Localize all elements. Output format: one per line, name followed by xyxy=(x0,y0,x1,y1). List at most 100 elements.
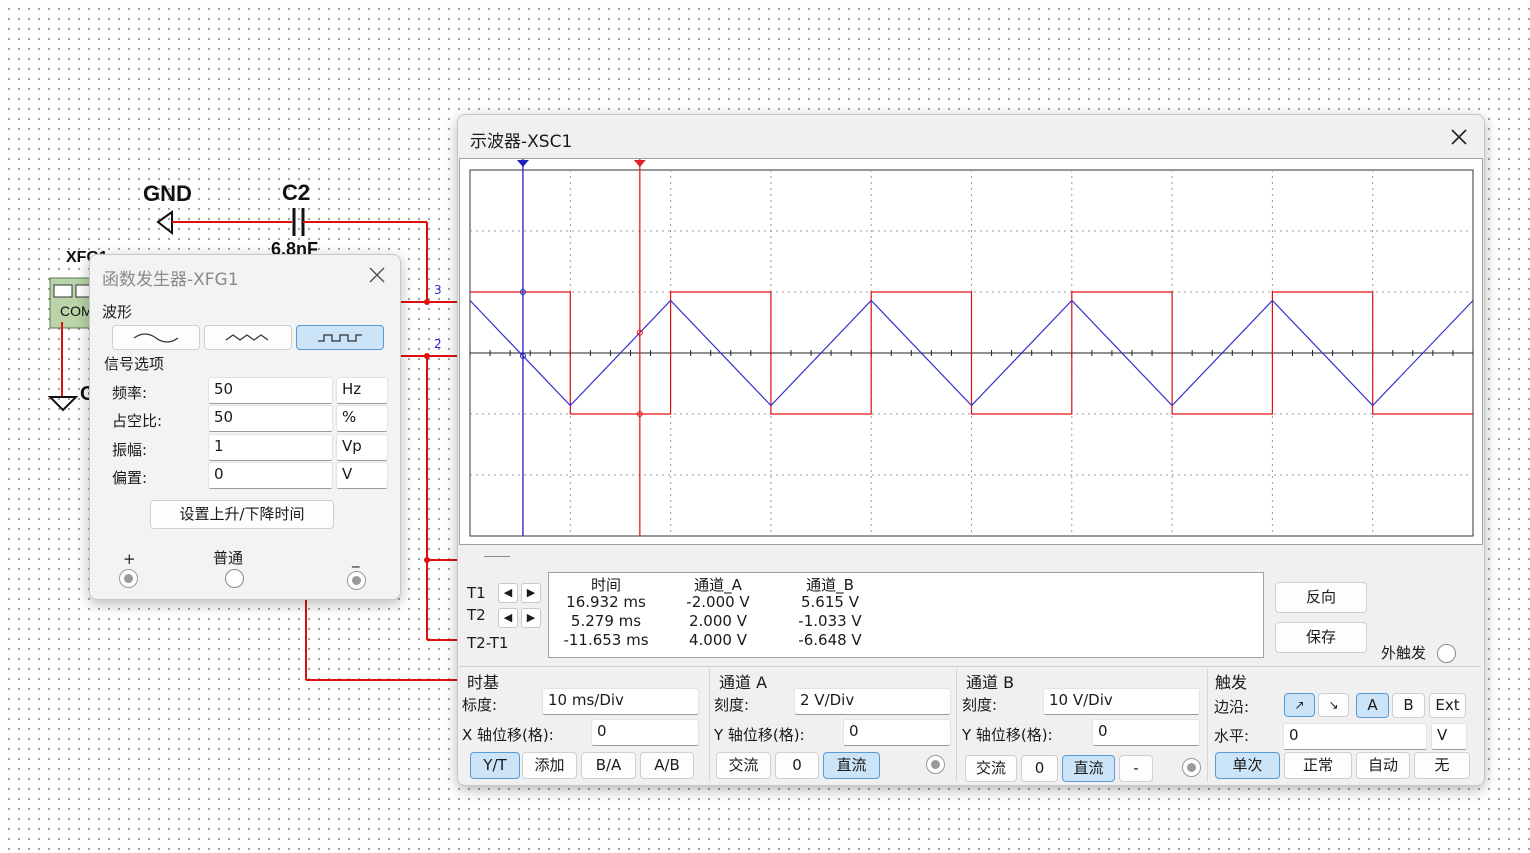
channel-a-title: 通道 A xyxy=(719,673,768,692)
add-mode-button[interactable]: 添加 xyxy=(522,752,577,779)
t2-right-arrow-icon[interactable]: ▶ xyxy=(521,608,541,628)
com-label: COM xyxy=(60,303,93,319)
square-wave-icon xyxy=(318,334,362,342)
duty-cycle-label: 占空比: xyxy=(112,412,163,430)
channel-a-ypos-input[interactable]: 0 xyxy=(843,719,951,746)
channel-b-scale-input[interactable]: 10 V/Div xyxy=(1043,688,1200,715)
square-wave-button[interactable] xyxy=(296,325,384,350)
reverse-button[interactable]: 反向 xyxy=(1275,582,1367,613)
control-divider xyxy=(459,666,1481,667)
t2-channel-b: -1.033 V xyxy=(798,612,862,630)
scope-title: 示波器-XSC1 xyxy=(470,132,573,152)
t1-label: T1 xyxy=(467,584,486,602)
triangle-wave-icon xyxy=(225,334,269,341)
channel-b-ypos-input[interactable]: 0 xyxy=(1092,719,1200,746)
readout-header-time: 时间 xyxy=(590,576,621,594)
t2-time: 5.279 ms xyxy=(570,612,642,630)
trigger-source-ext-button[interactable]: Ext xyxy=(1429,693,1466,718)
rise-fall-time-button[interactable]: 设置上升/下降时间 xyxy=(150,500,334,529)
trigger-source-a-button[interactable]: A xyxy=(1356,693,1389,718)
channel-b-ac-button[interactable]: 交流 xyxy=(965,755,1017,782)
section-divider xyxy=(709,668,710,782)
timebase-title: 时基 xyxy=(467,673,500,692)
t2-label: T2 xyxy=(467,606,486,624)
trigger-none-button[interactable]: 无 xyxy=(1414,752,1470,779)
delta-time: -11.653 ms xyxy=(563,631,649,649)
falling-edge-button[interactable]: ↘ xyxy=(1318,693,1349,717)
delta-channel-b: -6.648 V xyxy=(798,631,862,649)
rising-edge-button[interactable]: ↗ xyxy=(1284,693,1315,717)
t1-right-arrow-icon[interactable]: ▶ xyxy=(521,583,541,603)
scope-plot xyxy=(469,159,1474,537)
scope-titlebar[interactable]: 示波器-XSC1 xyxy=(458,115,1484,155)
node-3-label: 3 xyxy=(434,283,442,297)
channel-a-scale-label: 刻度: xyxy=(714,696,750,714)
ext-trigger-terminal[interactable] xyxy=(1437,644,1456,663)
close-icon[interactable] xyxy=(362,261,392,289)
frequency-unit[interactable]: Hz xyxy=(336,377,388,404)
channel-b-zero-button[interactable]: 0 xyxy=(1021,755,1058,782)
offset-unit[interactable]: V xyxy=(336,462,388,489)
trigger-normal-button[interactable]: 正常 xyxy=(1284,752,1352,779)
channel-a-scale-input[interactable]: 2 V/Div xyxy=(794,688,951,715)
trigger-level-input[interactable]: 0 xyxy=(1283,723,1427,750)
ba-mode-button[interactable]: B/A xyxy=(581,752,636,779)
channel-a-ypos-label: Y 轴位移(格): xyxy=(714,726,805,744)
duty-cycle-input[interactable]: 50 xyxy=(208,405,333,432)
gnd-symbol xyxy=(156,210,173,236)
common-terminal[interactable] xyxy=(225,569,244,588)
cursor-t1-handle-icon xyxy=(516,160,529,167)
save-button[interactable]: 保存 xyxy=(1275,622,1367,653)
trigger-single-button[interactable]: 单次 xyxy=(1215,752,1280,779)
ab-mode-button[interactable]: A/B xyxy=(640,752,694,779)
funcgen-titlebar[interactable]: 函数发生器-XFG1 xyxy=(90,255,400,295)
duty-cycle-unit[interactable]: % xyxy=(336,405,388,432)
channel-a-zero-button[interactable]: 0 xyxy=(775,752,819,779)
trigger-edge-label: 边沿: xyxy=(1214,698,1250,716)
offset-input[interactable]: 0 xyxy=(208,462,333,489)
plus-terminal-label: + xyxy=(123,550,136,568)
channel-b-ypos-label: Y 轴位移(格): xyxy=(962,726,1053,744)
sine-wave-icon xyxy=(133,333,179,343)
trigger-source-b-button[interactable]: B xyxy=(1392,693,1425,718)
ground-symbol xyxy=(47,396,79,412)
triangle-wave-button[interactable] xyxy=(204,325,292,350)
trigger-title: 触发 xyxy=(1215,673,1248,692)
funcgen-title: 函数发生器-XFG1 xyxy=(102,270,239,290)
amplitude-unit[interactable]: Vp xyxy=(336,434,388,461)
node-2-label: 2 xyxy=(434,337,442,351)
trigger-level-unit[interactable]: V xyxy=(1431,723,1467,750)
timebase-scale-input[interactable]: 10 ms/Div xyxy=(542,688,699,715)
scope-display[interactable] xyxy=(459,158,1483,545)
channel-a-terminal[interactable] xyxy=(926,755,945,774)
x-position-label: X 轴位移(格): xyxy=(462,726,554,744)
x-position-input[interactable]: 0 xyxy=(591,719,699,746)
ext-trigger-label: 外触发 xyxy=(1381,644,1427,662)
channel-a-ac-button[interactable]: 交流 xyxy=(716,752,771,779)
common-terminal-label: 普通 xyxy=(213,549,244,567)
timebase-scale-label: 标度: xyxy=(462,696,498,714)
t1-left-arrow-icon[interactable]: ◀ xyxy=(498,583,518,603)
t2-left-arrow-icon[interactable]: ◀ xyxy=(498,608,518,628)
t2-t1-label: T2-T1 xyxy=(467,634,509,652)
minus-terminal[interactable] xyxy=(347,571,366,590)
t2-channel-a: 2.000 V xyxy=(689,612,747,630)
amplitude-label: 振幅: xyxy=(112,441,148,459)
channel-b-terminal[interactable] xyxy=(1182,758,1201,777)
channel-b-minus-button[interactable]: - xyxy=(1119,755,1153,782)
scope-scrollbar[interactable] xyxy=(484,556,510,557)
trigger-auto-button[interactable]: 自动 xyxy=(1356,752,1410,779)
yt-mode-button[interactable]: Y/T xyxy=(470,752,520,779)
amplitude-input[interactable]: 1 xyxy=(208,434,333,461)
delta-channel-a: 4.000 V xyxy=(689,631,747,649)
frequency-input[interactable]: 50 xyxy=(208,377,333,404)
plus-terminal[interactable] xyxy=(119,569,138,588)
trigger-level-label: 水平: xyxy=(1214,727,1250,745)
sine-wave-button[interactable] xyxy=(112,325,200,350)
close-icon[interactable] xyxy=(1444,123,1474,151)
frequency-label: 频率: xyxy=(112,384,148,402)
funcgen-window[interactable]: 函数发生器-XFG1 波形 信号选项 频率: 50 Hz 占空比: 50 % 振… xyxy=(89,254,401,600)
channel-a-dc-button[interactable]: 直流 xyxy=(823,752,880,779)
section-divider xyxy=(1207,668,1208,782)
channel-b-dc-button[interactable]: 直流 xyxy=(1062,755,1115,782)
